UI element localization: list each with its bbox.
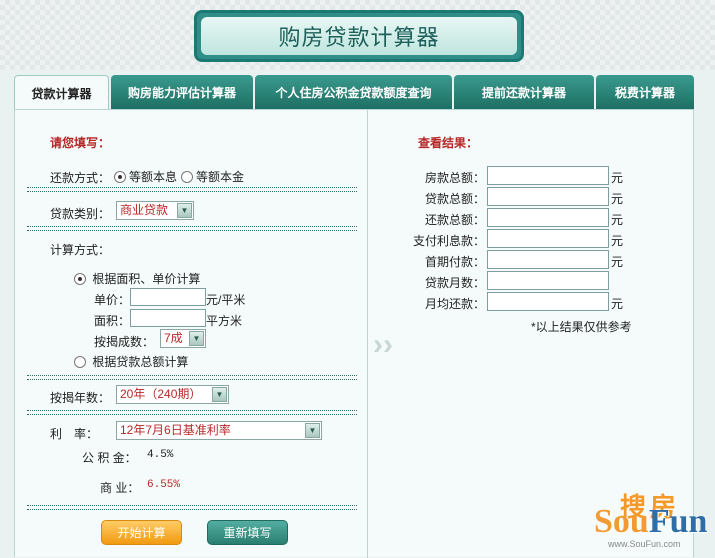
area-unit: 平方米	[206, 314, 243, 328]
repay-option-label: 等额本金	[196, 170, 245, 184]
repay-option-label: 等额本息	[129, 170, 178, 184]
radio-icon[interactable]	[74, 356, 86, 368]
result-unit: 元	[611, 192, 624, 206]
divider	[27, 414, 357, 415]
result-label-loan-total: 贷款总额：	[424, 192, 485, 206]
divider	[27, 410, 357, 411]
years-value: 20年（240期）	[120, 387, 202, 401]
biz-rate-label: 商 业：	[100, 481, 140, 495]
calc-method-label: 计算方式：	[50, 243, 111, 257]
tab-tax-calculator[interactable]: 税费计算器	[596, 75, 694, 109]
input-heading: 请您填写：	[50, 136, 111, 150]
repay-option-equal-installment[interactable]: 等额本息	[114, 168, 177, 185]
result-unit: 元	[611, 213, 624, 227]
divider	[27, 509, 357, 510]
input-section: 请您填写： 还款方式： 等额本息 等额本金 贷款类别： 商业贷款 ▼ 计算方式： …	[15, 110, 367, 558]
method-by-loan-total[interactable]: 根据贷款总额计算	[74, 353, 188, 370]
result-unit: 元	[611, 255, 624, 269]
biz-rate-value: 6.55%	[147, 479, 181, 491]
price-unit: 元/平米	[206, 293, 246, 307]
repay-method-label: 还款方式：	[50, 171, 111, 185]
result-label-repay-total: 还款总额：	[424, 213, 485, 227]
radio-icon[interactable]	[114, 171, 126, 183]
tab-bar: 贷款计算器 购房能力评估计算器 个人住房公积金贷款额度查询 提前还款计算器 税费…	[14, 75, 694, 111]
tab-prepayment[interactable]: 提前还款计算器	[454, 75, 594, 109]
result-heading: 查看结果：	[418, 136, 479, 150]
years-label: 按揭年数：	[50, 391, 111, 405]
divider	[27, 191, 357, 192]
result-unit: 元	[611, 297, 624, 311]
method-by-area-price[interactable]: 根据面积、单价计算	[74, 270, 200, 287]
rate-select[interactable]: 12年7月6日基准利率 ▼	[116, 421, 322, 440]
result-repay-total-field[interactable]	[487, 208, 609, 227]
fund-rate-value: 4.5%	[147, 449, 174, 461]
ratio-select[interactable]: 7成 ▼	[160, 329, 206, 348]
result-loan-total-field[interactable]	[487, 187, 609, 206]
divider	[27, 226, 357, 227]
method-option-label: 根据面积、单价计算	[92, 272, 201, 286]
loan-type-select[interactable]: 商业贷款 ▼	[116, 201, 194, 220]
tab-loan-calculator[interactable]: 贷款计算器	[14, 75, 109, 111]
result-down-payment-field[interactable]	[487, 250, 609, 269]
result-house-total-field[interactable]	[487, 166, 609, 185]
radio-icon[interactable]	[181, 171, 193, 183]
loan-type-label: 贷款类别：	[50, 207, 111, 221]
ratio-value: 7成	[164, 331, 183, 345]
logo-english: SouFun	[594, 503, 707, 541]
divider	[27, 505, 357, 506]
logo-url: www.SouFun.com	[608, 539, 681, 549]
result-monthly-field[interactable]	[487, 292, 609, 311]
divider	[27, 379, 357, 380]
chevron-down-icon: ▼	[212, 387, 227, 402]
result-label-monthly: 月均还款：	[424, 297, 485, 311]
tab-provident-fund-quota[interactable]: 个人住房公积金贷款额度查询	[255, 75, 452, 109]
result-unit: 元	[611, 171, 624, 185]
reset-button[interactable]: 重新填写	[207, 520, 288, 545]
fund-rate-label: 公 积 金：	[82, 451, 137, 465]
area-label: 面积：	[94, 314, 131, 328]
rate-label: 利 率：	[50, 427, 99, 441]
rate-value: 12年7月6日基准利率	[120, 423, 231, 437]
loan-type-value: 商业贷款	[120, 203, 169, 217]
title-banner: 购房贷款计算器	[194, 10, 524, 62]
result-interest-field[interactable]	[487, 229, 609, 248]
result-note: *以上结果仅供参考	[531, 320, 632, 334]
double-chevron-right-icon: ››	[373, 328, 393, 361]
radio-icon[interactable]	[74, 273, 86, 285]
calculator-panel: 请您填写： 还款方式： 等额本息 等额本金 贷款类别： 商业贷款 ▼ 计算方式： …	[14, 109, 694, 558]
calculate-button[interactable]: 开始计算	[101, 520, 182, 545]
result-label-down-payment: 首期付款：	[424, 255, 485, 269]
chevron-down-icon: ▼	[189, 331, 204, 346]
logo-sou: Sou	[594, 503, 649, 540]
result-label-house-total: 房款总额：	[424, 171, 485, 185]
divider	[27, 230, 357, 231]
price-label: 单价：	[94, 293, 131, 307]
logo-fun: Fun	[648, 503, 708, 540]
divider	[27, 187, 357, 188]
result-label-interest: 支付利息款：	[412, 234, 485, 248]
chevron-down-icon: ▼	[177, 203, 192, 218]
section-divider	[367, 110, 368, 558]
method-option-label: 根据贷款总额计算	[92, 355, 189, 369]
years-select[interactable]: 20年（240期） ▼	[116, 385, 229, 404]
area-input[interactable]	[130, 309, 206, 327]
ratio-label: 按揭成数：	[94, 335, 155, 349]
chevron-down-icon: ▼	[305, 423, 320, 438]
result-label-months: 贷款月数：	[424, 276, 485, 290]
page-title: 购房贷款计算器	[201, 17, 517, 55]
repay-option-equal-principal[interactable]: 等额本金	[181, 168, 244, 185]
result-unit: 元	[611, 234, 624, 248]
result-months-field[interactable]	[487, 271, 609, 290]
divider	[27, 375, 357, 376]
soufun-logo: 搜房 SouFun www.SouFun.com	[594, 487, 712, 553]
tab-affordability[interactable]: 购房能力评估计算器	[111, 75, 253, 109]
price-input[interactable]	[130, 288, 206, 306]
